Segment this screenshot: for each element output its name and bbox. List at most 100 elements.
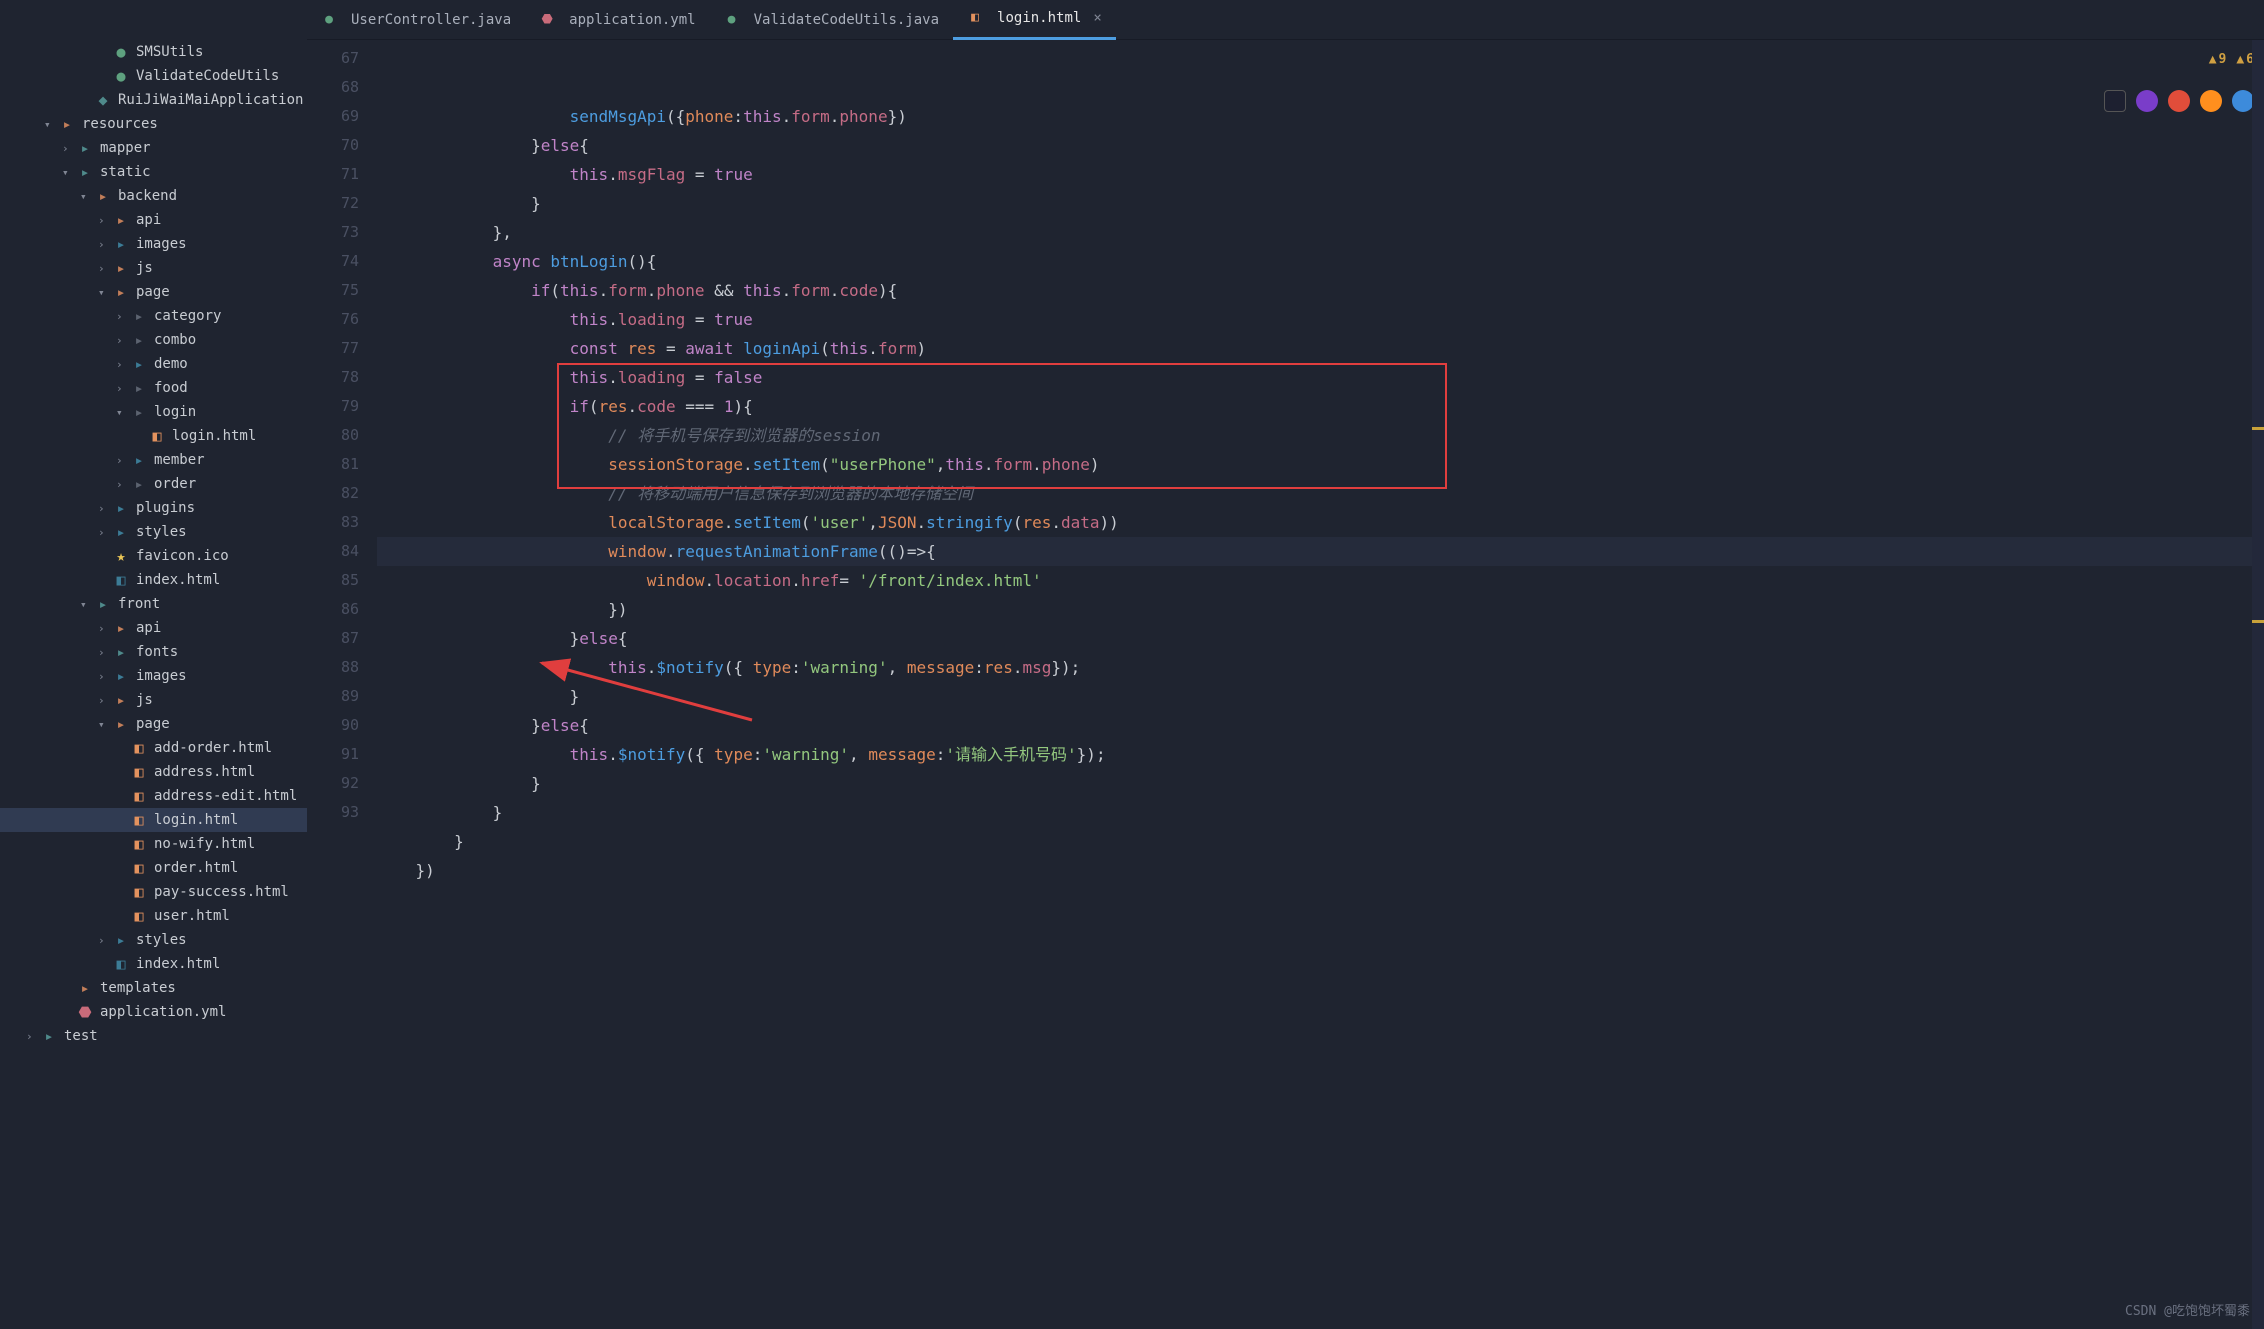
- tree-item-images[interactable]: ›▸images: [0, 664, 307, 688]
- ide-browser-icon[interactable]: [2104, 90, 2126, 112]
- tree-item-login[interactable]: ▾▸login: [0, 400, 307, 424]
- tree-item-validatecodeutils[interactable]: ●ValidateCodeUtils: [0, 64, 307, 88]
- code-line[interactable]: this.$notify({ type:'warning', message:r…: [377, 653, 2264, 682]
- tree-item-backend[interactable]: ▾▸backend: [0, 184, 307, 208]
- browser-icon[interactable]: [2168, 90, 2190, 112]
- expand-chevron-icon[interactable]: ▾: [98, 718, 112, 731]
- code-line[interactable]: }): [377, 856, 2264, 885]
- code-line[interactable]: sendMsgApi({phone:this.form.phone}): [377, 102, 2264, 131]
- expand-chevron-icon[interactable]: ▾: [116, 406, 130, 419]
- tree-item-smsutils[interactable]: ●SMSUtils: [0, 40, 307, 64]
- tree-item-images[interactable]: ›▸images: [0, 232, 307, 256]
- tab-usercontroller-java[interactable]: ●UserController.java: [307, 0, 525, 40]
- tree-item-resources[interactable]: ▾▸resources: [0, 112, 307, 136]
- tab-application-yml[interactable]: ⬣application.yml: [525, 0, 709, 40]
- tree-item-food[interactable]: ›▸food: [0, 376, 307, 400]
- tree-item-member[interactable]: ›▸member: [0, 448, 307, 472]
- code-line[interactable]: },: [377, 218, 2264, 247]
- code-line[interactable]: window.requestAnimationFrame(()=>{: [377, 537, 2264, 566]
- tree-item-index-html[interactable]: ◧index.html: [0, 952, 307, 976]
- expand-chevron-icon[interactable]: ›: [98, 934, 112, 947]
- code-line[interactable]: const res = await loginApi(this.form): [377, 334, 2264, 363]
- expand-chevron-icon[interactable]: ›: [62, 142, 76, 155]
- code-line[interactable]: if(this.form.phone && this.form.code){: [377, 276, 2264, 305]
- browser-icon[interactable]: [2232, 90, 2254, 112]
- tree-item-ruijiwaimaiapplication[interactable]: ◆RuiJiWaiMaiApplication: [0, 88, 307, 112]
- expand-chevron-icon[interactable]: ›: [98, 526, 112, 539]
- tree-item-order-html[interactable]: ◧order.html: [0, 856, 307, 880]
- expand-chevron-icon[interactable]: ›: [98, 502, 112, 515]
- browser-icon[interactable]: [2136, 90, 2158, 112]
- code-line[interactable]: this.msgFlag = true: [377, 160, 2264, 189]
- expand-chevron-icon[interactable]: ›: [116, 478, 130, 491]
- code-line[interactable]: }: [377, 798, 2264, 827]
- expand-chevron-icon[interactable]: ›: [98, 262, 112, 275]
- expand-chevron-icon[interactable]: ›: [26, 1030, 40, 1043]
- expand-chevron-icon[interactable]: ›: [98, 622, 112, 635]
- tree-item-login-html[interactable]: ◧login.html: [0, 424, 307, 448]
- expand-chevron-icon[interactable]: ›: [98, 670, 112, 683]
- expand-chevron-icon[interactable]: ›: [98, 214, 112, 227]
- expand-chevron-icon[interactable]: ▾: [80, 598, 94, 611]
- code-line[interactable]: localStorage.setItem('user',JSON.stringi…: [377, 508, 2264, 537]
- code-line[interactable]: this.loading = false: [377, 363, 2264, 392]
- tree-item-page[interactable]: ▾▸page: [0, 280, 307, 304]
- expand-chevron-icon[interactable]: ›: [116, 454, 130, 467]
- expand-chevron-icon[interactable]: ›: [98, 646, 112, 659]
- tree-item-add-order-html[interactable]: ◧add-order.html: [0, 736, 307, 760]
- code-line[interactable]: }: [377, 682, 2264, 711]
- expand-chevron-icon[interactable]: ›: [98, 694, 112, 707]
- tab-validatecodeutils-java[interactable]: ●ValidateCodeUtils.java: [710, 0, 953, 40]
- code-line[interactable]: }: [377, 827, 2264, 856]
- expand-chevron-icon[interactable]: ▾: [80, 190, 94, 203]
- inspection-badges[interactable]: ▲ 9▲ 6: [2209, 52, 2254, 67]
- close-icon[interactable]: ×: [1093, 10, 1101, 26]
- tree-item-category[interactable]: ›▸category: [0, 304, 307, 328]
- tree-item-js[interactable]: ›▸js: [0, 688, 307, 712]
- tree-item-test[interactable]: ›▸test: [0, 1024, 307, 1048]
- code-line[interactable]: sessionStorage.setItem("userPhone",this.…: [377, 450, 2264, 479]
- scrollbar[interactable]: [2252, 40, 2264, 1329]
- tree-item-front[interactable]: ▾▸front: [0, 592, 307, 616]
- code-area[interactable]: sendMsgApi({phone:this.form.phone}) }els…: [377, 40, 2264, 1329]
- code-line[interactable]: }: [377, 769, 2264, 798]
- tree-item-user-html[interactable]: ◧user.html: [0, 904, 307, 928]
- code-line[interactable]: }else{: [377, 131, 2264, 160]
- tree-item-application-yml[interactable]: ⬣application.yml: [0, 1000, 307, 1024]
- warning-badge[interactable]: ▲ 9: [2209, 52, 2227, 67]
- code-line[interactable]: }): [377, 595, 2264, 624]
- tree-item-fonts[interactable]: ›▸fonts: [0, 640, 307, 664]
- tree-item-styles[interactable]: ›▸styles: [0, 928, 307, 952]
- tree-item-login-html[interactable]: ◧login.html: [0, 808, 307, 832]
- tree-item-templates[interactable]: ▸templates: [0, 976, 307, 1000]
- code-line[interactable]: async btnLogin(){: [377, 247, 2264, 276]
- tree-item-order[interactable]: ›▸order: [0, 472, 307, 496]
- tree-item-mapper[interactable]: ›▸mapper: [0, 136, 307, 160]
- tree-item-js[interactable]: ›▸js: [0, 256, 307, 280]
- code-line[interactable]: }: [377, 189, 2264, 218]
- tree-item-favicon-ico[interactable]: ★favicon.ico: [0, 544, 307, 568]
- code-line[interactable]: // 将移动端用户信息保存到浏览器的本地存储空间: [377, 479, 2264, 508]
- expand-chevron-icon[interactable]: ›: [116, 334, 130, 347]
- tree-item-plugins[interactable]: ›▸plugins: [0, 496, 307, 520]
- code-line[interactable]: this.loading = true: [377, 305, 2264, 334]
- tab-login-html[interactable]: ◧login.html×: [953, 0, 1116, 40]
- tree-item-static[interactable]: ▾▸static: [0, 160, 307, 184]
- tree-item-api[interactable]: ›▸api: [0, 208, 307, 232]
- expand-chevron-icon[interactable]: ›: [116, 382, 130, 395]
- expand-chevron-icon[interactable]: ›: [116, 358, 130, 371]
- code-line[interactable]: }else{: [377, 711, 2264, 740]
- tree-item-combo[interactable]: ›▸combo: [0, 328, 307, 352]
- expand-chevron-icon[interactable]: ›: [116, 310, 130, 323]
- code-editor[interactable]: 6768697071727374757677787980818283848586…: [307, 40, 2264, 1329]
- expand-chevron-icon[interactable]: ▾: [62, 166, 76, 179]
- tree-item-no-wify-html[interactable]: ◧no-wify.html: [0, 832, 307, 856]
- code-line[interactable]: // 将手机号保存到浏览器的session: [377, 421, 2264, 450]
- tree-item-index-html[interactable]: ◧index.html: [0, 568, 307, 592]
- project-tree[interactable]: ●SMSUtils●ValidateCodeUtils◆RuiJiWaiMaiA…: [0, 0, 307, 1329]
- browser-launch-icons[interactable]: [2104, 90, 2254, 112]
- expand-chevron-icon[interactable]: ▾: [44, 118, 58, 131]
- code-line[interactable]: window.location.href= '/front/index.html…: [377, 566, 2264, 595]
- code-line[interactable]: this.$notify({ type:'warning', message:'…: [377, 740, 2264, 769]
- browser-icon[interactable]: [2200, 90, 2222, 112]
